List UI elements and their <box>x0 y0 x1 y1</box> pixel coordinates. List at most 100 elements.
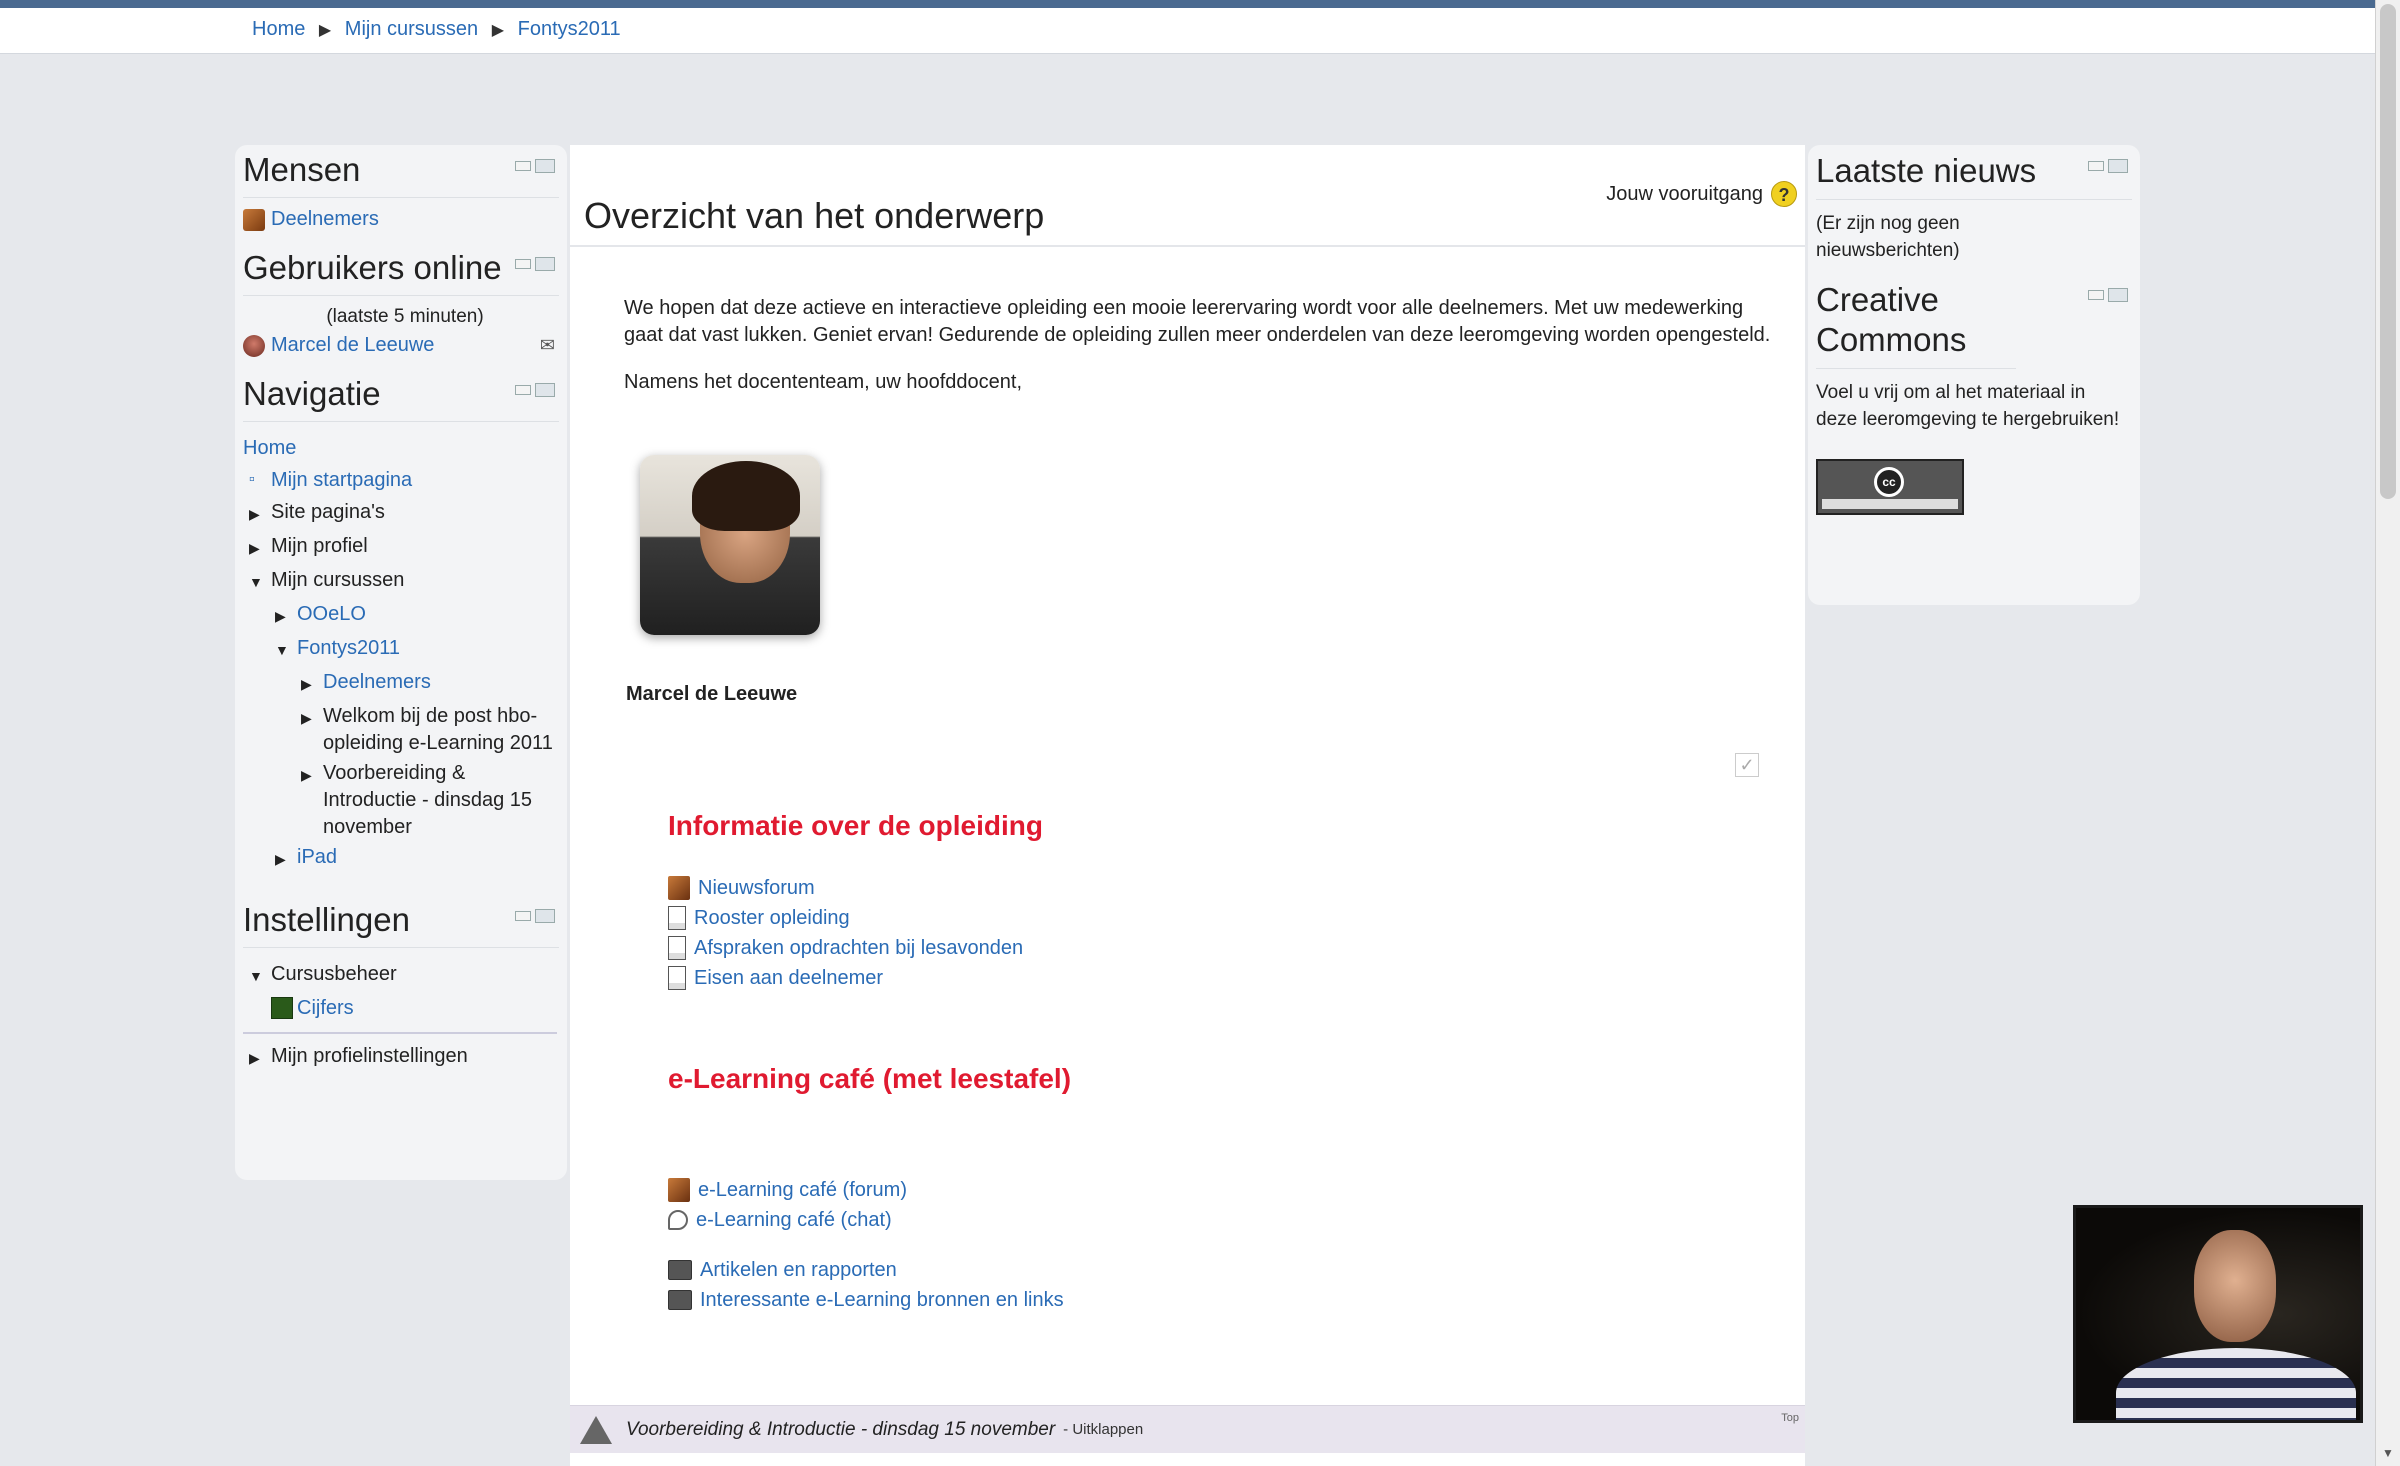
activity-link[interactable]: Eisen aan deelnemer <box>694 963 883 993</box>
teacher-photo <box>640 455 820 635</box>
expand-arrow-icon[interactable]: ▶ <box>249 530 271 564</box>
expand-arrow-icon[interactable]: ▶ <box>301 666 323 700</box>
summary-paragraph: We hopen dat deze actieve en interactiev… <box>624 297 1771 346</box>
breadcrumb-bar: Home ▶ Mijn cursussen ▶ Fontys2011 <box>0 8 2375 54</box>
collapsed-section-title[interactable]: Voorbereiding & Introductie - dinsdag 15… <box>626 1419 1055 1441</box>
file-icon <box>668 936 686 960</box>
block-hide-icon[interactable] <box>2088 157 2128 175</box>
page-title: Overzicht van het onderwerp <box>584 195 1045 236</box>
block-hide-icon[interactable] <box>515 907 555 925</box>
block-hide-icon[interactable] <box>515 381 555 399</box>
back-to-top-link[interactable]: Top <box>1781 1412 1799 1424</box>
news-empty-text: (Er zijn nog geen nieuwsberichten) <box>1816 213 1960 261</box>
nav-course-ooelo[interactable]: OOeLO <box>297 598 366 630</box>
settings-course-admin[interactable]: Cursusbeheer <box>271 958 397 990</box>
help-icon[interactable]: ? <box>1771 181 1797 207</box>
expand-section-link[interactable]: - Uitklappen <box>1063 1421 1143 1438</box>
breadcrumb: Home ▶ Mijn cursussen ▶ Fontys2011 <box>252 18 621 41</box>
section-heading-info: Informatie over de opleiding <box>668 810 1043 841</box>
block-hide-icon[interactable] <box>2088 286 2128 304</box>
participants-link[interactable]: Deelnemers <box>271 208 379 231</box>
collapse-arrow-icon[interactable]: ▼ <box>249 958 271 992</box>
breadcrumb-home[interactable]: Home <box>252 18 305 40</box>
block-title: Mensen <box>243 151 559 198</box>
message-envelope-icon[interactable]: ✉ <box>540 335 555 356</box>
scrollbar-thumb[interactable] <box>2380 4 2396 499</box>
warning-icon <box>580 1415 612 1444</box>
cc-description: Voel u vrij om al het materiaal in deze … <box>1816 382 2120 430</box>
collapsed-section-bar[interactable]: Voorbereiding & Introductie - dinsdag 15… <box>570 1405 1805 1453</box>
grades-icon <box>271 997 293 1019</box>
breadcrumb-course[interactable]: Fontys2011 <box>518 18 621 40</box>
block-title: Instellingen <box>243 901 559 948</box>
settings-profile[interactable]: Mijn profielinstellingen <box>271 1040 468 1072</box>
progress-label: Jouw vooruitgang <box>1606 182 1763 205</box>
expand-arrow-icon[interactable]: ▶ <box>249 496 271 530</box>
activity-link[interactable]: Artikelen en rapporten <box>700 1255 897 1285</box>
activity-link[interactable]: Afspraken opdrachten bij lesavonden <box>694 933 1023 963</box>
webcam-overlay <box>2073 1205 2363 1423</box>
block-title: Creative Commons <box>1816 280 2016 369</box>
nav-section-welcome[interactable]: Welkom bij de post hbo-opleiding e-Learn… <box>323 703 553 757</box>
completion-checkbox-icon[interactable]: ✓ <box>1735 753 1759 777</box>
forum-icon <box>668 1178 690 1202</box>
nav-section-preparation[interactable]: Voorbereiding & Introductie - dinsdag 15… <box>323 760 563 841</box>
left-sidebar: Mensen Deelnemers Gebruikers online (laa… <box>235 145 567 1180</box>
block-hide-icon[interactable] <box>515 255 555 273</box>
collapse-arrow-icon[interactable]: ▼ <box>275 632 297 666</box>
activity-link[interactable]: Nieuwsforum <box>698 873 815 903</box>
user-avatar <box>243 334 265 357</box>
chat-icon <box>668 1210 688 1230</box>
settings-grades[interactable]: Cijfers <box>297 992 354 1024</box>
activity-link[interactable]: Rooster opleiding <box>694 903 850 933</box>
creative-commons-badge[interactable]: cc <box>1816 459 1964 515</box>
expand-arrow-icon[interactable]: ▶ <box>249 1040 271 1074</box>
nav-my-home[interactable]: Mijn startpagina <box>271 464 412 496</box>
nav-my-profile[interactable]: Mijn profiel <box>271 530 368 562</box>
nav-my-courses[interactable]: Mijn cursussen <box>271 564 404 596</box>
block-navigation: Navigatie Home ▫ Mijn startpagina ▶ Site p… <box>235 369 567 881</box>
scroll-down-arrow-icon[interactable]: ▼ <box>2382 1446 2394 1460</box>
online-user-link[interactable]: Marcel de Leeuwe <box>271 334 434 357</box>
course-summary: We hopen dat deze actieve en interactiev… <box>624 295 1784 416</box>
activity-link[interactable]: e-Learning café (forum) <box>698 1175 907 1205</box>
expand-arrow-icon[interactable]: ▶ <box>275 598 297 632</box>
expand-arrow-icon[interactable]: ▶ <box>275 841 297 875</box>
teacher-name: Marcel de Leeuwe <box>626 683 798 705</box>
file-icon <box>668 966 686 990</box>
block-mensen: Mensen Deelnemers <box>235 145 567 243</box>
expand-arrow-icon[interactable]: ▶ <box>301 760 323 789</box>
nav-section-ipad[interactable]: iPad <box>297 841 337 873</box>
forum-icon <box>668 876 690 900</box>
nav-site-pages[interactable]: Site pagina's <box>271 496 385 528</box>
right-sidebar: Laatste nieuws (Er zijn nog geen nieuwsb… <box>1808 145 2140 605</box>
activity-link[interactable]: Interessante e-Learning bronnen en links <box>700 1285 1064 1315</box>
activity-list-resources: Artikelen en rapporten Interessante e-Le… <box>668 1255 1064 1315</box>
block-title: Gebruikers online <box>243 249 559 296</box>
collapse-arrow-icon[interactable]: ▼ <box>249 564 271 598</box>
main-content: Overzicht van het onderwerp Jouw vooruit… <box>570 145 1899 1466</box>
block-hide-icon[interactable] <box>515 157 555 175</box>
main-header: Overzicht van het onderwerp Jouw vooruit… <box>570 145 1805 247</box>
folder-icon <box>668 1260 692 1280</box>
cc-icon: cc <box>1874 467 1904 497</box>
nav-participants[interactable]: Deelnemers <box>323 666 431 698</box>
nav-home[interactable]: Home <box>243 432 296 464</box>
nav-course-fontys[interactable]: Fontys2011 <box>297 632 400 664</box>
activity-link[interactable]: e-Learning café (chat) <box>696 1205 892 1235</box>
progress-indicator: Jouw vooruitgang ? <box>1606 181 1797 207</box>
section-heading-cafe: e-Learning café (met leestafel) <box>668 1063 1072 1094</box>
breadcrumb-my-courses[interactable]: Mijn cursussen <box>345 18 478 40</box>
file-icon <box>668 906 686 930</box>
activity-list-info: Nieuwsforum Rooster opleiding Afspraken … <box>668 873 1023 993</box>
block-creative-commons: Creative Commons Voel u vrij om al het m… <box>1808 270 2140 521</box>
activity-list-cafe: e-Learning café (forum) e-Learning café … <box>668 1175 907 1235</box>
expand-arrow-icon[interactable]: ▶ <box>301 703 323 732</box>
top-accent-bar <box>0 0 2375 8</box>
participants-icon <box>243 208 265 231</box>
block-title: Navigatie <box>243 375 559 422</box>
breadcrumb-separator: ▶ <box>318 22 332 39</box>
block-settings: Instellingen ▼ Cursusbeheer Cijfers ▶ Mijn… <box>235 881 567 1080</box>
bullet-icon: ▫ <box>249 471 255 488</box>
vertical-scrollbar[interactable]: ▼ <box>2375 0 2400 1466</box>
